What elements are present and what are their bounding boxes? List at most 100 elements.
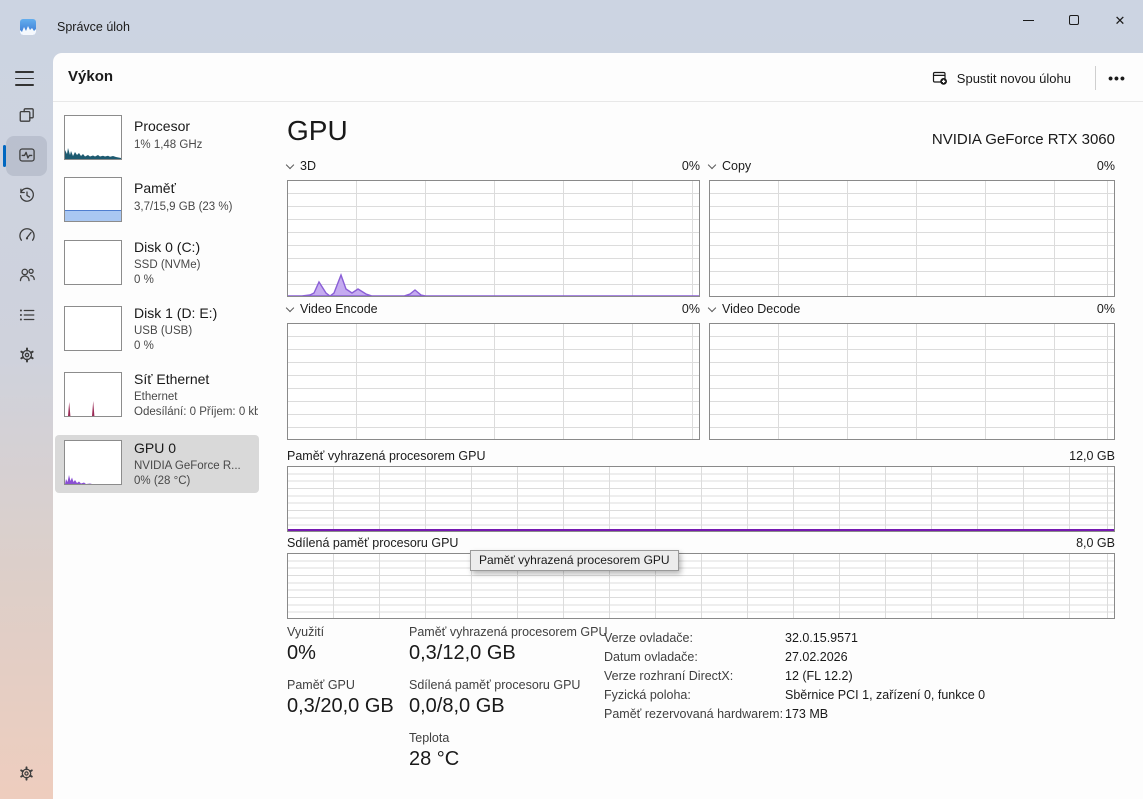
chart-video-decode[interactable]: [709, 323, 1115, 440]
chart-value-3d: 0%: [682, 159, 700, 173]
sidebar-item-users[interactable]: [0, 255, 53, 295]
stat-value: 0%: [287, 642, 394, 665]
chart-video-encode[interactable]: [287, 323, 700, 440]
chevron-down-icon: [708, 304, 716, 312]
stat-value: 0,3/12,0 GB: [409, 642, 608, 665]
stat-label: Paměť vyhrazená procesorem GPU: [409, 625, 608, 639]
chart-header-copy[interactable]: Copy 0%: [709, 158, 1115, 174]
stat-label: Využití: [287, 625, 394, 639]
dedicated-memory-scale: 12,0 GB: [1069, 449, 1115, 464]
chart-value-video-decode: 0%: [1097, 302, 1115, 316]
sidebar-item-services[interactable]: [0, 335, 53, 375]
users-icon: [18, 266, 36, 284]
list-icon: [18, 306, 36, 324]
close-button[interactable]: ✕: [1097, 0, 1143, 40]
header-rule: [53, 101, 1143, 102]
driver-details: Verze ovladače: 32.0.15.9571 Datum ovlad…: [604, 631, 985, 721]
task-manager-app-icon: [20, 19, 36, 35]
nav-rail: [0, 53, 53, 799]
content-card: Výkon Spustit novou úlohu ••• Procesor 1…: [53, 53, 1143, 799]
gpu-mini-chart: [64, 440, 122, 485]
chart-copy[interactable]: [709, 180, 1115, 297]
list-item-disk1[interactable]: Disk 1 (D: E:) USB (USB) 0 %: [55, 303, 259, 365]
chart-header-3d[interactable]: 3D 0%: [287, 158, 700, 174]
list-item-gpu0[interactable]: GPU 0 NVIDIA GeForce R... 0% (28 °C): [55, 435, 259, 493]
speedometer-icon: [18, 226, 36, 244]
minimize-button[interactable]: [1005, 0, 1051, 40]
chart-tooltip: Paměť vyhrazená procesorem GPU: [470, 550, 679, 571]
gpu-3d-usage-spikes: [288, 181, 699, 296]
stats-column-1: Využití 0% Paměť GPU 0,3/20,0 GB: [287, 625, 394, 731]
task-manager-window: Správce úloh ✕: [0, 0, 1143, 799]
maximize-button[interactable]: [1051, 0, 1097, 40]
processes-icon: [18, 106, 36, 124]
chart-3d[interactable]: [287, 180, 700, 297]
run-new-task-button[interactable]: Spustit novou úlohu: [926, 62, 1077, 94]
detail-value: 32.0.15.9571: [785, 631, 985, 645]
sidebar-item-details[interactable]: [0, 295, 53, 335]
disk1-mini-chart: [64, 306, 122, 351]
chevron-down-icon: [708, 161, 716, 169]
settings-button[interactable]: [0, 753, 53, 793]
cpu-mini-chart: [64, 115, 122, 160]
memory-usage-fill: [65, 210, 121, 221]
sidebar-item-performance[interactable]: [0, 135, 53, 175]
detail-label: Verze ovladače:: [604, 631, 785, 645]
stat-label: Paměť GPU: [287, 678, 394, 692]
header-divider: [1095, 66, 1096, 90]
titlebar: Správce úloh ✕: [0, 0, 1143, 53]
history-clock-icon: [18, 186, 36, 204]
minimize-icon: [1023, 20, 1034, 21]
sidebar-item-startup-apps[interactable]: [0, 215, 53, 255]
services-gear-icon: [18, 346, 36, 364]
detail-label: Paměť rezervovaná hardwarem:: [604, 707, 785, 721]
maximize-icon: [1069, 15, 1079, 25]
chart-header-video-decode[interactable]: Video Decode 0%: [709, 301, 1115, 317]
gear-icon: [18, 765, 35, 782]
shared-memory-scale: 8,0 GB: [1076, 536, 1115, 551]
stats-column-2: Paměť vyhrazená procesorem GPU 0,3/12,0 …: [409, 625, 608, 784]
detail-value: 12 (FL 12.2): [785, 669, 985, 683]
detail-label: Verze rozhraní DirectX:: [604, 669, 785, 683]
chart-header-video-encode[interactable]: Video Encode 0%: [287, 301, 700, 317]
stat-value: 0,3/20,0 GB: [287, 695, 394, 718]
detail-value: 27.02.2026: [785, 650, 985, 664]
chart-value-copy: 0%: [1097, 159, 1115, 173]
run-new-task-label: Spustit novou úlohu: [957, 71, 1071, 86]
shared-memory-header: Sdílená paměť procesoru GPU 8,0 GB: [287, 536, 1115, 551]
stat-value: 0,0/8,0 GB: [409, 695, 608, 718]
gpu-panel-title: GPU: [287, 115, 348, 147]
chevron-down-icon: [286, 304, 294, 312]
stat-label: Teplota: [409, 731, 608, 745]
list-item-memory[interactable]: Paměť 3,7/15,9 GB (23 %): [55, 174, 259, 236]
ellipsis-icon: •••: [1108, 70, 1126, 86]
detail-value: Sběrnice PCI 1, zařízení 0, funkce 0: [785, 688, 985, 702]
list-item-cpu[interactable]: Procesor 1% 1,48 GHz: [55, 112, 259, 174]
chart-value-video-encode: 0%: [682, 302, 700, 316]
gpu-device-name: NVIDIA GeForce RTX 3060: [932, 131, 1115, 148]
list-item-disk0[interactable]: Disk 0 (C:) SSD (NVMe) 0 %: [55, 237, 259, 299]
more-options-button[interactable]: •••: [1101, 62, 1133, 94]
ethernet-mini-chart: [64, 372, 122, 417]
chevron-down-icon: [286, 161, 294, 169]
new-task-icon: [932, 70, 948, 86]
window-title: Správce úloh: [57, 20, 130, 34]
chart-dedicated-memory[interactable]: [287, 466, 1115, 532]
performance-icon: [18, 146, 36, 164]
list-item-ethernet[interactable]: Síť Ethernet Ethernet Odesílání: 0 Příje…: [55, 369, 259, 431]
detail-label: Fyzická poloha:: [604, 688, 785, 702]
sidebar-item-processes[interactable]: [0, 95, 53, 135]
detail-label: Datum ovladače:: [604, 650, 785, 664]
sidebar-item-app-history[interactable]: [0, 175, 53, 215]
dedicated-memory-header: Paměť vyhrazená procesorem GPU 12,0 GB: [287, 449, 1115, 464]
stat-value: 28 °C: [409, 748, 608, 771]
chart-shared-memory[interactable]: [287, 553, 1115, 619]
menu-icon[interactable]: [15, 71, 34, 86]
disk0-mini-chart: [64, 240, 122, 285]
memory-mini-chart: [64, 177, 122, 222]
page-title: Výkon: [68, 68, 113, 85]
stat-label: Sdílená paměť procesoru GPU: [409, 678, 608, 692]
detail-value: 173 MB: [785, 707, 985, 721]
close-icon: ✕: [1115, 14, 1126, 27]
dedicated-memory-usage-line: [288, 529, 1114, 532]
